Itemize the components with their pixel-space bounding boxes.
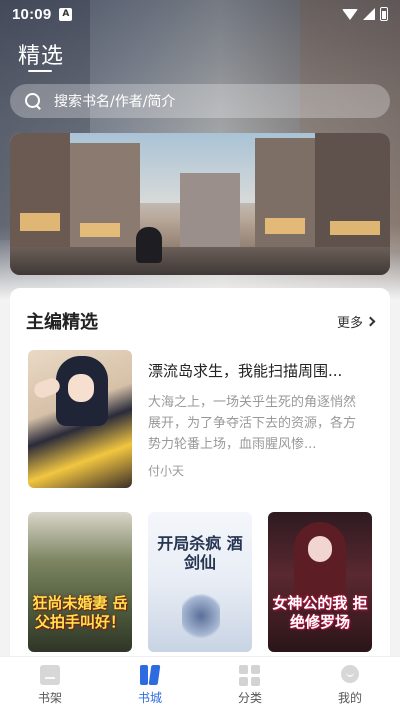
tab-label: 书城 bbox=[137, 691, 162, 705]
banner-window bbox=[80, 223, 120, 237]
search-icon bbox=[24, 92, 42, 110]
signal-icon bbox=[363, 8, 375, 20]
featured-book-cover[interactable] bbox=[28, 350, 132, 488]
search-bar[interactable]: 搜索书名/作者/简介 bbox=[10, 84, 390, 118]
search-placeholder: 搜索书名/作者/简介 bbox=[54, 94, 176, 110]
banner-street bbox=[10, 247, 390, 275]
title-underline bbox=[28, 70, 52, 72]
banner-window bbox=[330, 221, 380, 235]
featured-book-description: 大海之上，一场关乎生死的角逐悄然展开，为了争夺活下去的资源，各方势力轮番上场，血… bbox=[148, 395, 357, 452]
bookshelf-icon bbox=[39, 665, 61, 685]
banner-building bbox=[255, 138, 315, 253]
book-cover[interactable]: 女神公的我 拒绝修罗场 bbox=[268, 512, 372, 652]
status-time: 10:09 bbox=[12, 5, 52, 23]
banner-image[interactable] bbox=[10, 133, 390, 275]
cover-illustration bbox=[182, 590, 220, 642]
notification-icon: A bbox=[59, 7, 73, 21]
cover-illustration bbox=[308, 536, 332, 562]
cover-title-art: 女神公的我 拒绝修罗场 bbox=[272, 594, 368, 631]
bookstore-icon bbox=[139, 665, 161, 685]
profile-icon bbox=[339, 665, 361, 685]
battery-icon bbox=[380, 7, 388, 21]
cover-title-art: 狂尚未婚妻 岳父拍手叫好！ bbox=[32, 594, 128, 631]
banner-person bbox=[136, 227, 162, 263]
tab-bookstore[interactable]: 书城 bbox=[100, 657, 200, 711]
status-icons bbox=[342, 7, 388, 21]
category-icon bbox=[239, 665, 261, 686]
banner-window bbox=[265, 218, 305, 234]
book-cover[interactable]: 狂尚未婚妻 岳父拍手叫好！ bbox=[28, 512, 132, 652]
chevron-right-icon bbox=[365, 316, 376, 327]
banner-window bbox=[20, 213, 60, 231]
cover-illustration bbox=[68, 374, 94, 402]
more-link[interactable]: 更多 bbox=[336, 312, 376, 331]
tab-category[interactable]: 分类 bbox=[200, 657, 300, 711]
banner-building bbox=[180, 173, 240, 253]
tab-bookshelf[interactable]: 书架 bbox=[0, 657, 100, 711]
featured-book-title[interactable]: 漂流岛求生，我能扫描周围... bbox=[148, 360, 368, 381]
cover-title-art: 开局杀疯 酒剑仙 bbox=[157, 534, 243, 572]
status-bar: 10:09 A bbox=[0, 0, 400, 28]
bottom-tab-bar: 书架 书城 分类 我的 bbox=[0, 656, 400, 711]
tab-profile[interactable]: 我的 bbox=[300, 657, 400, 711]
tab-label: 分类 bbox=[237, 691, 262, 705]
more-label: 更多 bbox=[336, 316, 363, 331]
featured-book-author: 付小天 bbox=[148, 464, 185, 478]
section-title: 主编精选 bbox=[26, 312, 98, 333]
tab-label: 我的 bbox=[337, 691, 362, 705]
book-cover[interactable]: 开局杀疯 酒剑仙 bbox=[148, 512, 252, 652]
editor-picks-card: 主编精选 更多 漂流岛求生，我能扫描周围... 大海之上，一场关乎生死的角逐悄然… bbox=[10, 288, 390, 668]
banner-building bbox=[315, 133, 390, 253]
banner-building bbox=[10, 133, 70, 253]
page-title[interactable]: 精选 bbox=[18, 38, 64, 70]
tab-label: 书架 bbox=[37, 691, 62, 705]
wifi-icon bbox=[342, 8, 358, 20]
cover-illustration bbox=[294, 522, 346, 602]
